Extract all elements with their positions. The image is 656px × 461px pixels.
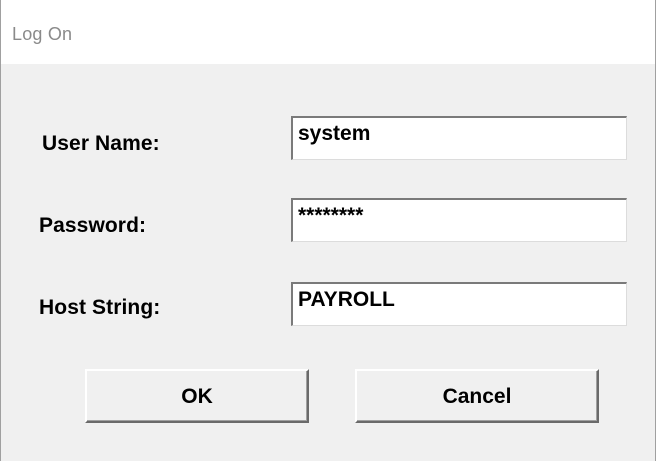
cancel-button[interactable]: Cancel [355,369,599,423]
username-input[interactable]: system [291,116,627,160]
host-string-label: Host String: [39,296,161,319]
ok-button-label: OK [181,385,213,408]
window-title: Log On [12,24,73,44]
password-label: Password: [39,214,147,237]
ok-button[interactable]: OK [85,369,309,423]
logon-dialog: Log On User Name: system Password: *****… [0,0,656,461]
host-string-input[interactable]: PAYROLL [291,282,627,326]
title-bar[interactable]: Log On [1,0,655,64]
password-input[interactable]: ******** [291,198,627,242]
username-label: User Name: [42,132,160,155]
cancel-button-label: Cancel [442,385,512,408]
